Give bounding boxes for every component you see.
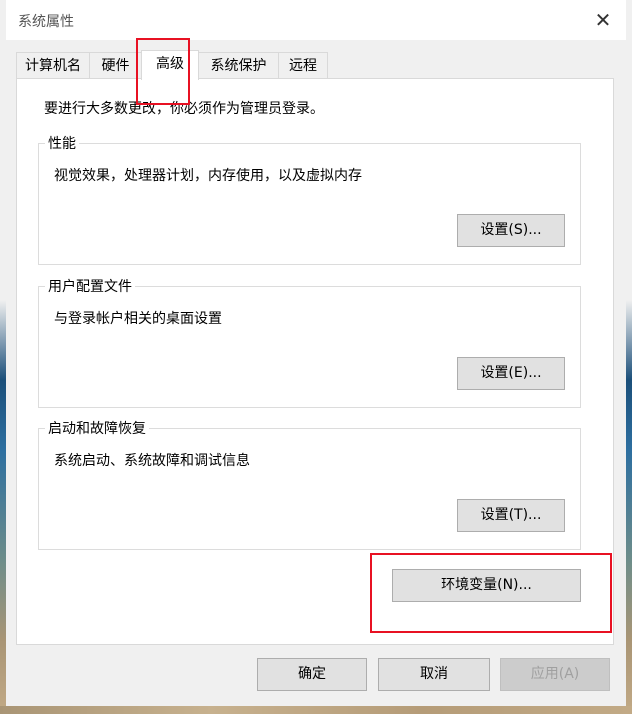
cancel-button[interactable]: 取消 (378, 658, 490, 691)
performance-group: 性能 视觉效果，处理器计划，内存使用，以及虚拟内存 设置(S)... (38, 133, 581, 265)
desktop-background-right (626, 0, 632, 714)
user-profiles-description: 与登录帐户相关的桌面设置 (54, 311, 222, 327)
window-title: 系统属性 (18, 14, 74, 30)
performance-group-title: 性能 (45, 133, 79, 153)
performance-settings-button[interactable]: 设置(S)... (457, 214, 565, 247)
tab-hardware[interactable]: 硬件 (89, 52, 142, 78)
user-profiles-group: 用户配置文件 与登录帐户相关的桌面设置 设置(E)... (38, 276, 581, 408)
startup-recovery-group-title: 启动和故障恢复 (45, 418, 149, 438)
close-icon[interactable]: ✕ (586, 4, 620, 36)
tab-computer-name[interactable]: 计算机名 (16, 52, 90, 78)
tab-remote[interactable]: 远程 (278, 52, 328, 78)
desktop-background-bottom (0, 706, 632, 714)
advanced-tab-highlight (136, 38, 190, 105)
startup-recovery-group: 启动和故障恢复 系统启动、系统故障和调试信息 设置(T)... (38, 418, 581, 550)
startup-recovery-description: 系统启动、系统故障和调试信息 (54, 453, 250, 469)
ok-button[interactable]: 确定 (257, 658, 367, 691)
startup-recovery-settings-button[interactable]: 设置(T)... (457, 499, 565, 532)
tab-system-protection[interactable]: 系统保护 (198, 52, 279, 78)
title-bar[interactable]: 系统属性 ✕ (6, 0, 626, 40)
apply-button[interactable]: 应用(A) (500, 658, 610, 691)
user-profiles-settings-button[interactable]: 设置(E)... (457, 357, 565, 390)
user-profiles-group-title: 用户配置文件 (45, 276, 135, 296)
environment-variables-highlight (370, 553, 612, 633)
performance-description: 视觉效果，处理器计划，内存使用，以及虚拟内存 (54, 168, 362, 184)
